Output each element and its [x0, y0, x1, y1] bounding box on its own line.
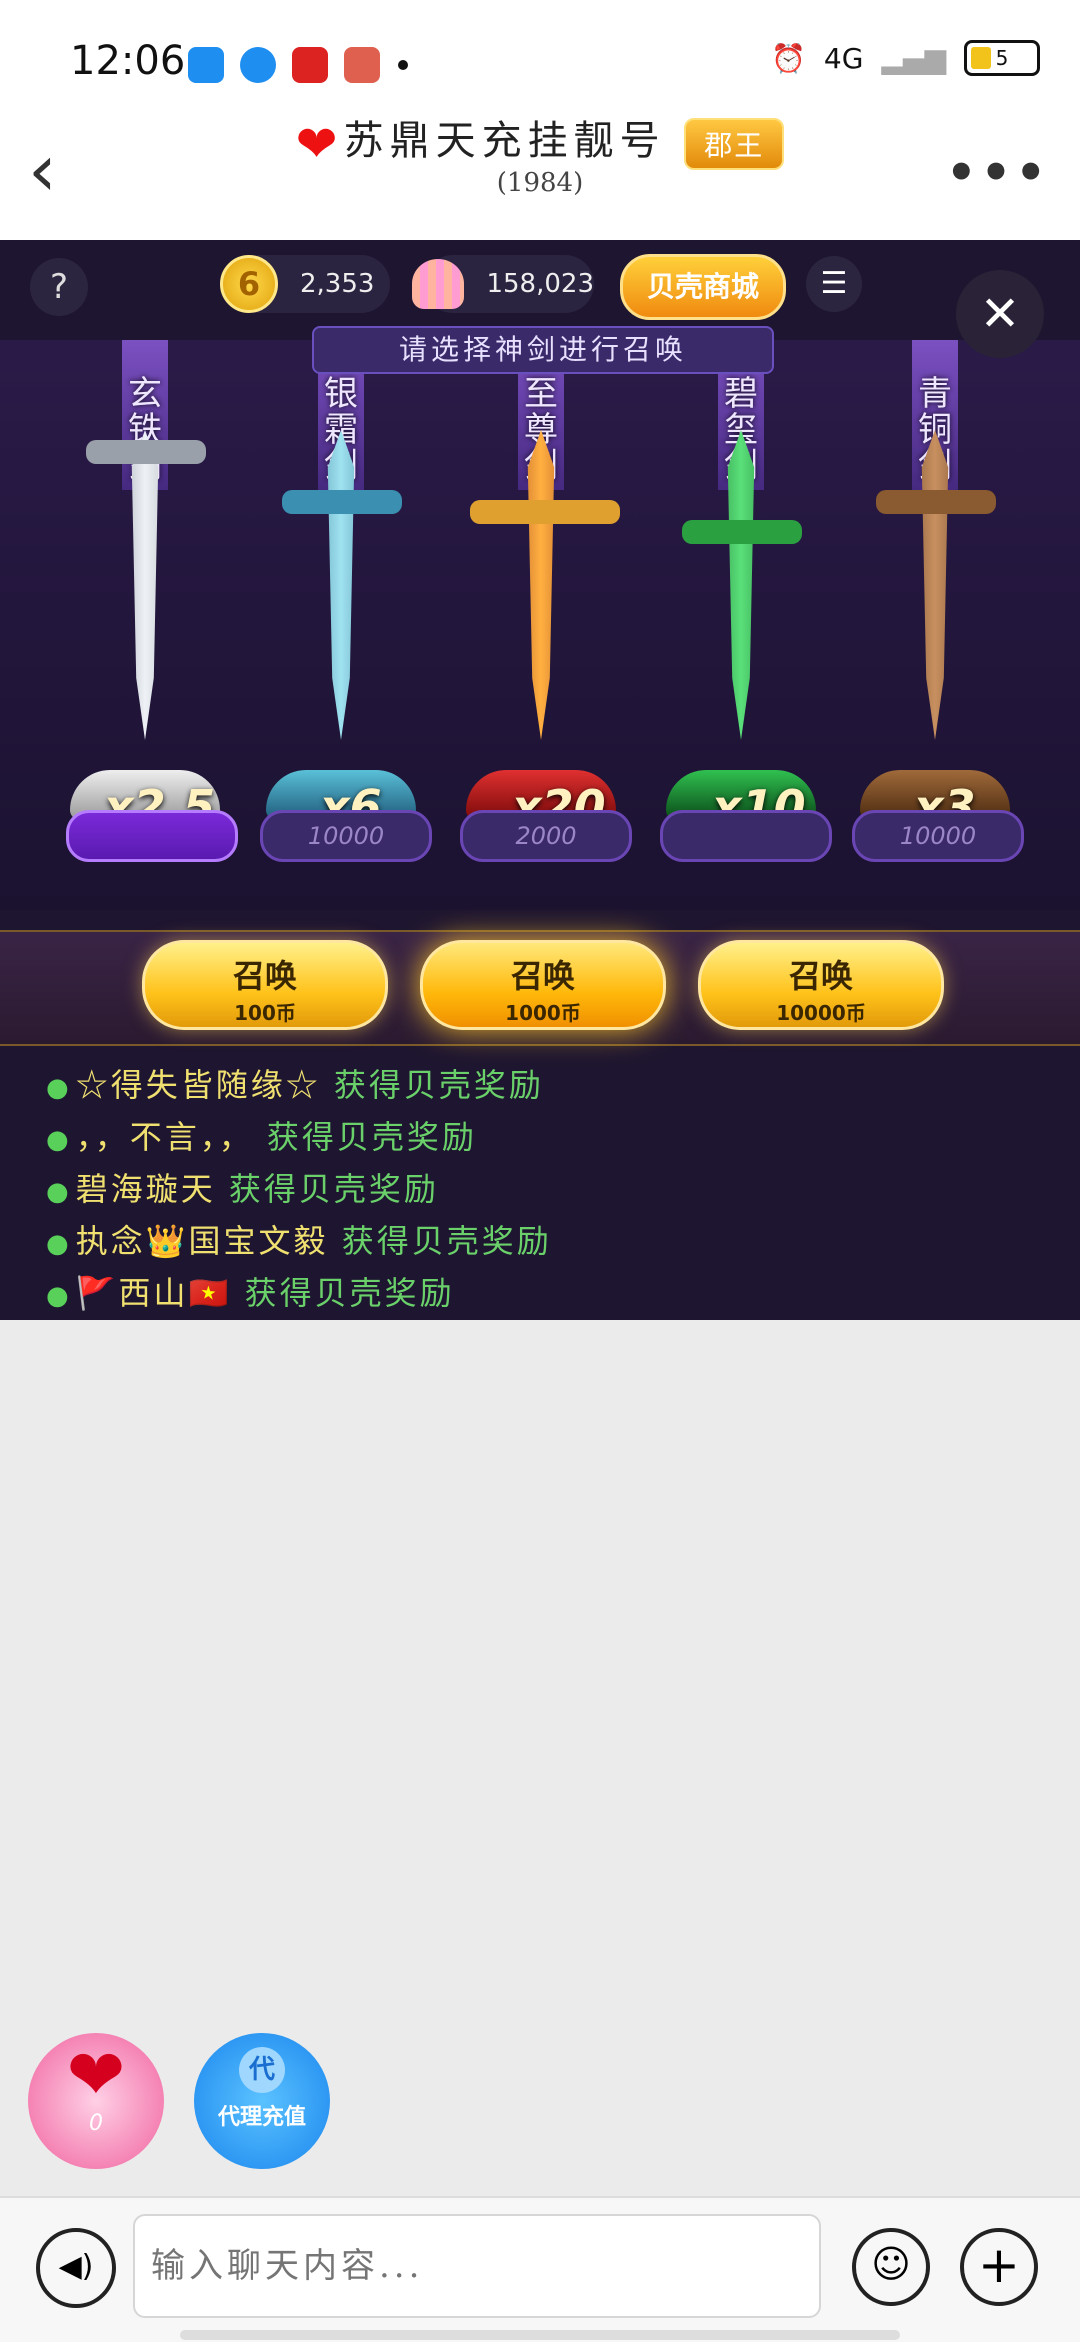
- app-notification-icon: [188, 47, 224, 83]
- heart-icon: ❤: [66, 2034, 126, 2116]
- list-item: ● 碧海璇天 获得贝壳奖励: [46, 1170, 439, 1208]
- summon-1000-button[interactable]: 召唤 1000币: [420, 940, 666, 1030]
- love-button[interactable]: ❤ 0: [28, 2033, 164, 2169]
- sword-bet-box[interactable]: 10000: [852, 810, 1024, 862]
- shell-balance: 158,023: [412, 255, 594, 313]
- shell-icon: [412, 259, 465, 309]
- sword-hilt: [876, 490, 996, 514]
- sword-hilt: [682, 520, 802, 544]
- list-item: ● ☆得失皆随缘☆ 获得贝壳奖励: [46, 1066, 544, 1104]
- sword-image[interactable]: [327, 430, 355, 740]
- room-name: 苏鼎天充挂靓号: [343, 118, 666, 164]
- alarm-icon: ⏰: [771, 41, 806, 75]
- calendar-icon: [344, 47, 380, 83]
- home-indicator: [180, 2330, 900, 2340]
- reward-feed: ● ☆得失皆随缘☆ 获得贝壳奖励 ● ，，不言，， 获得贝壳奖励 ● 碧海璇天 获得贝…: [46, 1060, 1046, 1320]
- list-item: ● 执念👑国宝文毅 获得贝壳奖励: [46, 1222, 552, 1260]
- coin-icon: 6: [220, 255, 278, 313]
- sword-hilt: [86, 440, 206, 464]
- rank-badge: 郡王: [684, 118, 785, 170]
- agent-recharge-button[interactable]: 代 代理充值: [194, 2033, 330, 2169]
- sword-image[interactable]: [131, 430, 159, 740]
- sword-image[interactable]: [727, 430, 755, 740]
- summon-10000-button[interactable]: 召唤 10000币: [698, 940, 944, 1030]
- shell-shop-button[interactable]: 贝壳商城: [620, 254, 786, 320]
- app-notification-icon: [240, 47, 276, 83]
- sword-image[interactable]: [527, 430, 555, 740]
- agent-icon: 代: [239, 2047, 285, 2093]
- list-item: ● ，，不言，， 获得贝壳奖励: [46, 1118, 477, 1156]
- list-item: ● 🚩西山🇻🇳 获得贝壳奖励: [46, 1274, 455, 1312]
- shell-amount: 158,023: [486, 269, 594, 299]
- add-icon[interactable]: +: [960, 2228, 1038, 2306]
- love-count: 0: [89, 2111, 103, 2136]
- close-button[interactable]: ✕: [956, 270, 1044, 358]
- sword-hilt: [470, 500, 620, 524]
- status-time: 12:06: [70, 38, 186, 84]
- voice-input-icon[interactable]: ◀): [36, 2228, 116, 2308]
- sword-bet-box[interactable]: 2000: [460, 810, 632, 862]
- sword-bet-box[interactable]: 10000: [260, 810, 432, 862]
- sword-bet-box[interactable]: [660, 810, 832, 862]
- signal-icon: 4G: [823, 41, 864, 75]
- help-button[interactable]: ?: [30, 258, 88, 316]
- summon-100-button[interactable]: 召唤 100币: [142, 940, 388, 1030]
- more-notifications-icon: [398, 60, 408, 70]
- signal-bars-icon: ▂▄▆: [881, 41, 946, 75]
- room-id: (1984): [496, 168, 584, 198]
- sword-bet-box[interactable]: [66, 810, 238, 862]
- heart-icon: ❤: [295, 115, 344, 173]
- page-title: ❤苏鼎天充挂靓号 郡王: [0, 108, 1080, 173]
- app-notification-icon: [292, 47, 328, 83]
- agent-label: 代理充值: [217, 2105, 306, 2130]
- summon-prompt: 请选择神剑进行召唤: [312, 326, 774, 374]
- sword-summon-game: 玄铁剑 银霜剑 至尊剑 碧玺剑 青铜剑 x2.5 x6 x20 x10 x3 1…: [0, 240, 1080, 1320]
- more-options-button[interactable]: •••: [946, 145, 1050, 201]
- coin-amount: 2,353: [300, 269, 375, 299]
- sword-hilt: [282, 490, 402, 514]
- sword-image[interactable]: [921, 430, 949, 740]
- emoji-icon[interactable]: ☺: [852, 2228, 930, 2306]
- chat-input[interactable]: [133, 2214, 821, 2318]
- battery-icon: 5: [964, 40, 1040, 76]
- system-status: ⏰ 4G ▂▄▆ 5: [771, 40, 1040, 76]
- menu-icon[interactable]: ☰: [806, 256, 862, 312]
- coin-balance: 6 2,353: [220, 255, 390, 313]
